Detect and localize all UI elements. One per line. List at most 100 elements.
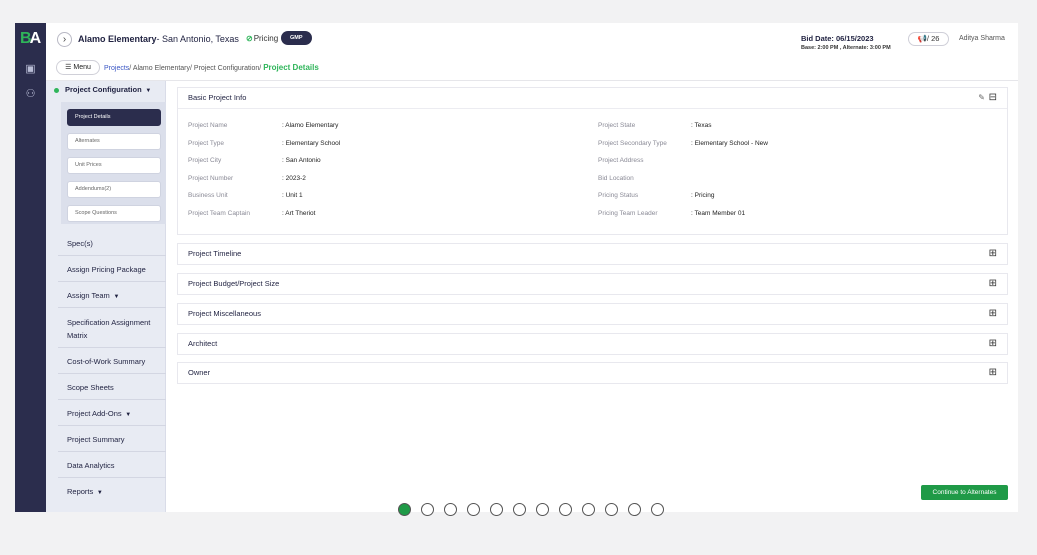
expand-icon[interactable]: ⊞ (989, 249, 997, 259)
pagination-dot[interactable] (421, 503, 434, 516)
contract-badge: GMP (281, 31, 312, 45)
field-value: : Art Theriot (282, 210, 316, 217)
sidebar-item-project-summary[interactable]: Project Summary (67, 433, 125, 446)
divider (58, 425, 166, 426)
divider (58, 347, 166, 348)
check-circle-icon: ⊘ (246, 34, 253, 43)
panel-header[interactable]: Basic Project Info ✎ ⊟ (178, 88, 1007, 108)
sidebar-item-cost-of-work-summary[interactable]: Cost-of-Work Summary (67, 355, 145, 368)
breadcrumb-sep: / (190, 65, 192, 72)
user-name[interactable]: Aditya Sharma (959, 35, 1005, 42)
expand-icon[interactable]: ⊞ (989, 368, 997, 378)
sidebar-item-specification-assignment-matrix[interactable]: Specification Assignment Matrix (67, 316, 150, 342)
sidebar-subitem-addendums[interactable]: Addendums(2) (67, 181, 161, 198)
caret-down-icon: ▼ (111, 294, 120, 300)
breadcrumb-section[interactable]: Project Configuration (194, 65, 259, 72)
field-value: : Elementary School - New (691, 140, 768, 147)
sidebar-item-assign-pricing-package[interactable]: Assign Pricing Package (67, 263, 146, 276)
top-bar: › Alamo Elementary- San Antonio, Texas ⊘… (46, 23, 1018, 81)
menu-button[interactable]: ☰ Menu (56, 60, 100, 75)
section-project-timeline[interactable]: Project Timeline ⊞ (177, 243, 1008, 265)
field-label: Project State (598, 122, 636, 129)
sidebar-item-scope-sheets[interactable]: Scope Sheets (67, 381, 114, 394)
section-title: Architect (188, 339, 218, 348)
field-value: : Team Member 01 (691, 210, 746, 217)
sidebar-item-data-analytics[interactable]: Data Analytics (67, 459, 115, 472)
divider (58, 477, 166, 478)
sidebar-item-project-add-ons[interactable]: Project Add-Ons ▼ (67, 407, 131, 422)
pagination-dot[interactable] (628, 503, 641, 516)
expand-icon[interactable]: ⊞ (989, 309, 997, 319)
field-label: Project Name (188, 122, 228, 129)
divider (58, 373, 166, 374)
sidebar-subitem-alternates[interactable]: Alternates (67, 133, 161, 150)
app-logo[interactable]: BA (20, 30, 42, 48)
divider (58, 281, 166, 282)
pagination-dot[interactable] (536, 503, 549, 516)
section-project-miscellaneous[interactable]: Project Miscellaneous ⊞ (177, 303, 1008, 325)
expand-icon[interactable]: ⊞ (989, 339, 997, 349)
field-value: : Texas (691, 122, 712, 129)
field-value: : Alamo Elementary (282, 122, 339, 129)
sidebar-subitem-project-details[interactable]: Project Details (67, 109, 161, 126)
sidebar-group-project-configuration[interactable]: Project Configuration ▼ (54, 85, 151, 94)
breadcrumb: Projects/ Alamo Elementary/ Project Conf… (104, 63, 319, 72)
continue-button[interactable]: Continue to Alternates (921, 485, 1008, 500)
pagination-dot[interactable] (513, 503, 526, 516)
pagination-dot[interactable] (651, 503, 664, 516)
section-project-budget[interactable]: Project Budget/Project Size ⊞ (177, 273, 1008, 295)
breadcrumb-current: Project Details (263, 63, 319, 72)
caret-down-icon: ▼ (143, 88, 152, 94)
section-owner[interactable]: Owner ⊞ (177, 362, 1008, 384)
notifications-button[interactable]: 📢/ 26 (908, 32, 949, 46)
pagination-dot[interactable] (467, 503, 480, 516)
expand-icon[interactable]: ⊞ (989, 279, 997, 289)
pagination-dot[interactable] (490, 503, 503, 516)
sidebar: Project Configuration ▼ Project Details … (46, 81, 166, 512)
notif-count: / 26 (926, 34, 940, 43)
section-title: Project Miscellaneous (188, 309, 261, 318)
collapse-icon[interactable]: ⊟ (989, 93, 997, 103)
panel-title: Basic Project Info (188, 93, 247, 102)
field-label: Pricing Status (598, 192, 639, 199)
divider (58, 399, 166, 400)
pagination-dot[interactable] (559, 503, 572, 516)
divider (58, 307, 166, 308)
basic-info-panel: Basic Project Info ✎ ⊟ Project Name : Al… (177, 87, 1008, 235)
field-label: Project Number (188, 175, 234, 182)
project-title: Alamo Elementary- San Antonio, Texas (78, 34, 239, 44)
sidebar-item-reports[interactable]: Reports ▼ (67, 485, 103, 500)
pencil-icon[interactable]: ✎ (978, 93, 985, 103)
dashboard-icon[interactable]: ▣ (24, 63, 37, 75)
caret-down-icon: ▼ (95, 490, 103, 496)
pagination-dot[interactable] (582, 503, 595, 516)
field-label: Pricing Team Leader (598, 210, 658, 217)
pagination-dot[interactable] (444, 503, 457, 516)
section-architect[interactable]: Architect ⊞ (177, 333, 1008, 355)
back-button[interactable]: › (57, 32, 72, 47)
sidebar-item-specs[interactable]: Spec(s) (67, 237, 93, 250)
sidebar-subitem-unit-prices[interactable]: Unit Prices (67, 157, 161, 174)
basic-info-fields: Project Name : Alamo Elementary Project … (178, 108, 1007, 233)
field-label: Project Type (188, 140, 225, 147)
field-label: Project City (188, 157, 222, 164)
sidebar-item-assign-team[interactable]: Assign Team ▼ (67, 289, 119, 304)
section-title: Project Budget/Project Size (188, 279, 280, 288)
app-window: BA ▣ ⚇ › Alamo Elementary- San Antonio, … (15, 23, 1018, 512)
breadcrumb-sep: / (259, 65, 262, 72)
divider (58, 451, 166, 452)
active-dot-icon (54, 87, 59, 93)
bid-date: Bid Date: 06/15/2023 (801, 34, 874, 43)
field-value: : San Antonio (282, 157, 321, 164)
field-value: : 2023-2 (282, 175, 306, 182)
breadcrumb-project[interactable]: Alamo Elementary (133, 65, 190, 72)
icon-rail: BA ▣ ⚇ (15, 23, 46, 512)
field-value: : Elementary School (282, 140, 341, 147)
breadcrumb-projects[interactable]: Projects (104, 65, 129, 72)
pagination-dot[interactable] (605, 503, 618, 516)
pagination-dot[interactable] (398, 503, 411, 516)
sidebar-subitem-scope-questions[interactable]: Scope Questions (67, 205, 161, 222)
section-title: Owner (188, 368, 211, 377)
field-value: : Unit 1 (282, 192, 303, 199)
team-icon[interactable]: ⚇ (24, 88, 37, 100)
